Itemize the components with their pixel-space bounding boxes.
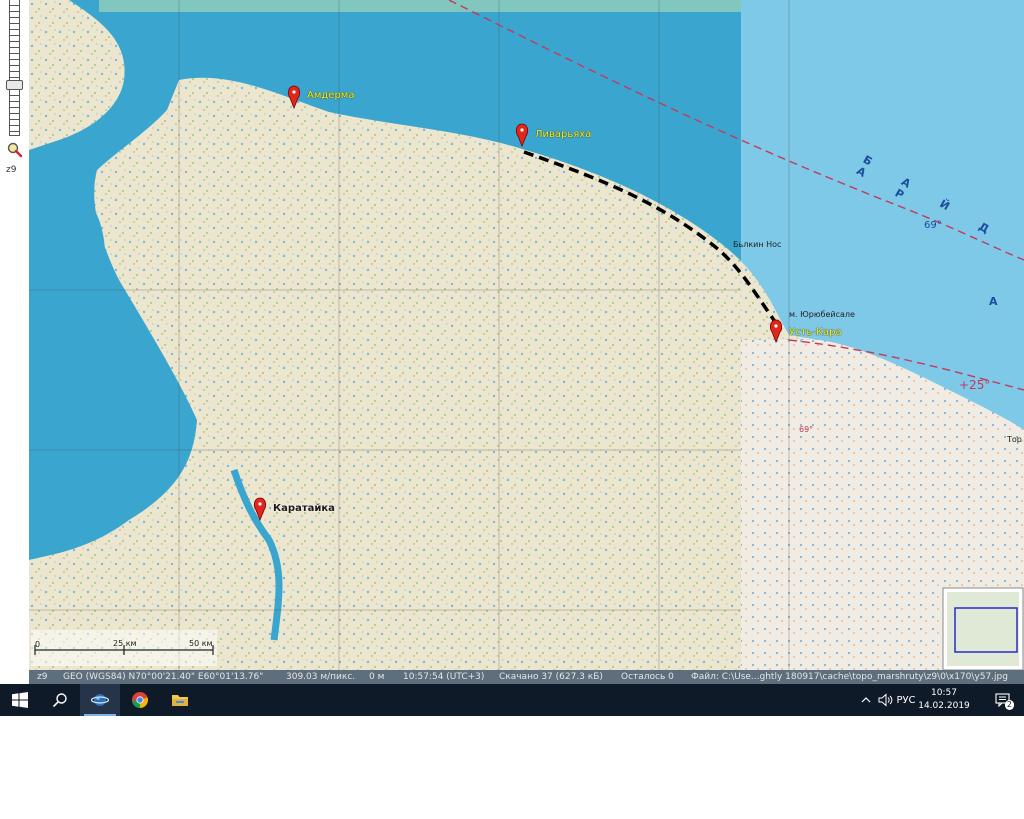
- search-button[interactable]: [40, 684, 80, 716]
- map-view[interactable]: Амдерма Ливарьяха Усть-Кара Каратайка Бь…: [29, 0, 1024, 670]
- clock-date: 14.02.2019: [918, 701, 970, 711]
- place-label-karataika[interactable]: Каратайка: [273, 503, 335, 514]
- clock[interactable]: 10:57 14.02.2019: [916, 687, 972, 713]
- scale-zero: 0: [35, 640, 41, 649]
- file-explorer-icon: [172, 695, 188, 706]
- status-coords: GEO (WGS84) N70°00'21.40" E60°01'13.76": [63, 672, 264, 682]
- map-label-tor: Тор: [1007, 435, 1022, 444]
- taskbar-app-explorer[interactable]: [160, 684, 200, 716]
- taskbar-app-sasplanet[interactable]: [80, 684, 120, 716]
- place-label-amderma[interactable]: Амдерма: [307, 90, 354, 101]
- start-button[interactable]: [0, 684, 40, 716]
- scale-end: 50 км: [189, 639, 213, 648]
- status-file: Файл: C:\Use...ghtly 180917\cache\topo_m…: [691, 672, 1008, 682]
- status-altitude: 0 м: [369, 672, 385, 682]
- status-remaining: Осталось 0: [621, 672, 674, 682]
- system-tray: РУС 10:57 14.02.2019 2: [854, 684, 1024, 716]
- language-indicator[interactable]: РУС: [894, 684, 918, 716]
- map-label-sea-letter: А: [989, 295, 998, 308]
- taskbar: РУС 10:57 14.02.2019 2: [0, 684, 1024, 716]
- status-time: 10:57:54 (UTC+3): [403, 672, 485, 682]
- search-icon: [52, 693, 67, 708]
- zoom-panel: z9: [0, 0, 30, 684]
- map-label-settlement: м. Юрюбейсале: [789, 310, 855, 319]
- taskbar-app-chrome[interactable]: [120, 684, 160, 716]
- place-label-ust-kara[interactable]: Усть-Кара: [789, 327, 842, 338]
- map-label-temperature: +25°: [959, 378, 991, 392]
- magnifier-icon[interactable]: [6, 142, 24, 158]
- status-zoom: z9: [37, 672, 48, 682]
- notification-center-button[interactable]: 2: [988, 684, 1018, 716]
- zoom-slider-track[interactable]: [9, 0, 20, 136]
- zoom-slider-thumb[interactable]: [6, 80, 23, 90]
- sasplanet-icon: [91, 694, 109, 706]
- windows-start-icon: [12, 692, 28, 708]
- zoom-level-label: z9: [6, 165, 17, 175]
- tray-expand-button[interactable]: [858, 684, 874, 716]
- map-canvas[interactable]: [29, 0, 1024, 670]
- map-label-latitude: 69°: [799, 425, 814, 434]
- map-label-cape: Бьлкин Нос: [733, 240, 782, 249]
- scale-mid: 25 км: [113, 639, 137, 648]
- place-label-livaryakha[interactable]: Ливарьяха: [535, 129, 591, 140]
- status-bar: z9 GEO (WGS84) N70°00'21.40" E60°01'13.7…: [29, 670, 1024, 684]
- clock-time: 10:57: [931, 688, 957, 698]
- speaker-icon: [878, 693, 893, 707]
- chevron-up-icon: [861, 697, 871, 703]
- volume-button[interactable]: [876, 684, 896, 716]
- status-downloaded: Скачано 37 (627.3 кБ): [499, 672, 603, 682]
- notification-count-badge: 2: [1004, 700, 1014, 710]
- chrome-icon: [132, 692, 149, 709]
- status-resolution: 309.03 м/пикс.: [286, 672, 356, 682]
